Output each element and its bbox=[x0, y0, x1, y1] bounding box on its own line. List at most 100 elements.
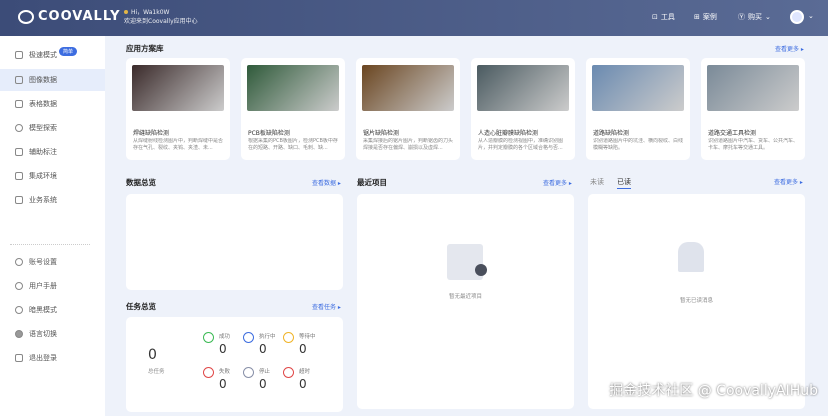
sidebar-item-dark-mode[interactable]: 暗黑模式 bbox=[0, 299, 105, 321]
section-title-solutions: 应用方案库 bbox=[126, 44, 164, 53]
nav-label: 案例 bbox=[702, 13, 717, 21]
task-stat: 超时 0 bbox=[283, 367, 310, 391]
solution-card[interactable]: 焊缝缺陷检测 从焊缝射线检测图片中，判断焊缝中是否存在气孔、裂纹、夹钨、夹渣、未.… bbox=[126, 58, 230, 160]
top-header: COOVALLY Hi，Wa1k0W 欢迎来到Coovally应用中心 ⊡ 工具 ⊞… bbox=[0, 0, 828, 36]
solutions-more-link[interactable]: 查看更多 ▸ bbox=[775, 44, 804, 53]
image-icon bbox=[15, 76, 23, 84]
solution-card[interactable]: 道路缺陷检测 识别道路图片中的坑洼、横向裂纹、白线模糊等缺陷。 bbox=[586, 58, 690, 160]
messages-more-link[interactable]: 查看更多 ▸ bbox=[774, 177, 803, 186]
task-stat: 成功 0 bbox=[203, 332, 230, 356]
total-tasks-label: 总任务 bbox=[148, 369, 165, 375]
chevron-down-icon: ⌄ bbox=[765, 13, 771, 21]
status-icon bbox=[283, 367, 294, 378]
stat-label: 失败 bbox=[219, 369, 231, 375]
solution-title: 焊缝缺陷检测 bbox=[133, 130, 170, 137]
tasks-more-link[interactable]: 查看任务 ▸ bbox=[312, 302, 341, 311]
section-title-recent: 最近项目 bbox=[357, 178, 387, 187]
solution-card[interactable]: 道路交通工具检测 识别道路图片中汽车、货车、公共汽车、卡车、摩托车等交通工具。 bbox=[701, 58, 805, 160]
stat-label: 执行中 bbox=[259, 334, 276, 340]
grid-icon: ⊞ bbox=[694, 13, 700, 21]
section-title-tasks: 任务总览 bbox=[126, 302, 156, 311]
recent-more-link[interactable]: 查看更多 ▸ bbox=[543, 178, 572, 187]
help-icon bbox=[15, 282, 23, 290]
badge: 简单 bbox=[59, 46, 78, 56]
status-icon bbox=[243, 332, 254, 343]
tab-unread[interactable]: 未读 bbox=[590, 177, 604, 187]
task-stat: 停止 0 bbox=[243, 367, 270, 391]
chevron-down-icon[interactable]: ⌄ bbox=[808, 12, 814, 20]
sidebar-item-label: 模型探索 bbox=[29, 124, 57, 132]
stat-value: 0 bbox=[299, 377, 307, 391]
empty-document-icon bbox=[447, 244, 487, 280]
compass-icon bbox=[15, 124, 23, 132]
solution-desc: 采集焊接后的锯片图片，判断锯齿的刀头焊接是否存在偏焊、崩损以及虚焊... bbox=[363, 138, 454, 151]
watermark: 掘金技术社区 @ CoovallyAIHub bbox=[609, 383, 818, 399]
solution-card[interactable]: 人造心脏瓣膜缺陷检测 从人造瓣膜的检测视图中，准确识别图片，并判定瓣膜的各个区域合… bbox=[471, 58, 575, 160]
data-more-link[interactable]: 查看数据 ▸ bbox=[312, 178, 341, 187]
solution-image bbox=[132, 65, 224, 111]
solution-title: 道路缺陷检测 bbox=[593, 130, 630, 137]
recent-projects-card: 暂无最近项目 bbox=[357, 194, 574, 409]
sidebar-item-label: 用户手册 bbox=[29, 282, 57, 290]
solution-desc: 从人造瓣膜的检测视图中，准确识别图片，并判定瓣膜的各个区域合格与否... bbox=[478, 138, 564, 151]
users-icon bbox=[15, 196, 23, 204]
coin-icon: Ⓨ bbox=[738, 13, 745, 21]
solution-desc: 从焊缝射线检测图片中，判断焊缝中是否存在气孔、裂纹、夹钨、夹渣、未... bbox=[133, 138, 224, 151]
task-stat: 执行中 0 bbox=[243, 332, 276, 356]
sidebar-item-manual[interactable]: 用户手册 bbox=[0, 275, 105, 297]
stat-value: 0 bbox=[259, 342, 267, 356]
solution-card[interactable]: PCB板缺陷检测 根据采集的PCB板图片，检测PCB板中存在的短路、开路、缺口、毛… bbox=[241, 58, 345, 160]
refresh-icon bbox=[15, 172, 23, 180]
nav-label: 购买 bbox=[748, 13, 762, 21]
sidebar-item-model-explore[interactable]: 模型探索 bbox=[0, 117, 105, 139]
sidebar-item-label: 表格数据 bbox=[29, 100, 57, 108]
recent-empty-text: 暂无最近项目 bbox=[448, 294, 482, 300]
brand-name: COOVALLY bbox=[38, 9, 121, 24]
solution-image bbox=[247, 65, 339, 111]
sidebar-item-ide[interactable]: 集成环境 bbox=[0, 165, 105, 187]
toolbox-icon: ⊡ bbox=[652, 13, 658, 21]
solution-image bbox=[592, 65, 684, 111]
avatar[interactable] bbox=[790, 10, 804, 24]
greeting: Hi，Wa1k0W 欢迎来到Coovally应用中心 bbox=[124, 8, 198, 26]
status-icon bbox=[283, 332, 294, 343]
sidebar-item-table-data[interactable]: 表格数据 bbox=[0, 93, 105, 115]
nav-purchase[interactable]: Ⓨ 购买 ⌄ bbox=[738, 12, 771, 22]
tab-read[interactable]: 已读 bbox=[617, 177, 631, 189]
sidebar-item-business[interactable]: 业务系统 bbox=[0, 189, 105, 211]
nav-label: 工具 bbox=[660, 13, 675, 21]
solution-desc: 识别道路图片中汽车、货车、公共汽车、卡车、摩托车等交通工具。 bbox=[708, 138, 799, 151]
nav-tools[interactable]: ⊡ 工具 bbox=[652, 12, 675, 22]
sidebar-item-label: 集成环境 bbox=[29, 172, 57, 180]
moon-icon bbox=[15, 306, 23, 314]
sidebar-item-label: 暗黑模式 bbox=[29, 306, 57, 314]
solution-image bbox=[362, 65, 454, 111]
solution-title: 人造心脏瓣膜缺陷检测 bbox=[478, 130, 539, 137]
stat-value: 0 bbox=[219, 377, 227, 391]
messages-empty-text: 暂无已读消息 bbox=[679, 298, 713, 304]
logo[interactable]: COOVALLY bbox=[18, 9, 121, 24]
solution-title: 锯片缺陷检测 bbox=[363, 130, 400, 137]
stat-value: 0 bbox=[259, 377, 267, 391]
solution-card[interactable]: 锯片缺陷检测 采集焊接后的锯片图片，判断锯齿的刀头焊接是否存在偏焊、崩损以及虚焊.… bbox=[356, 58, 460, 160]
sidebar-item-speed-mode[interactable]: 极速模式 简单 bbox=[0, 44, 105, 66]
sidebar-item-logout[interactable]: 退出登录 bbox=[0, 347, 105, 369]
rocket-icon bbox=[15, 51, 23, 59]
divider bbox=[10, 244, 90, 245]
data-overview-card bbox=[126, 194, 343, 290]
status-dot-icon bbox=[124, 10, 128, 14]
nav-cases[interactable]: ⊞ 案例 bbox=[694, 12, 717, 22]
stat-label: 等待中 bbox=[299, 334, 316, 340]
messages-card: 暂无已读消息 bbox=[588, 194, 805, 409]
solution-title: PCB板缺陷检测 bbox=[248, 130, 290, 137]
sidebar-item-language[interactable]: 语言切换 bbox=[0, 323, 105, 345]
sidebar-item-label: 图像数据 bbox=[29, 76, 57, 84]
sidebar-item-annotation[interactable]: 辅助标注 bbox=[0, 141, 105, 163]
sidebar-item-account[interactable]: 账号设置 bbox=[0, 251, 105, 273]
user-icon bbox=[15, 258, 23, 266]
task-stat: 等待中 0 bbox=[283, 332, 316, 356]
sidebar-item-image-data[interactable]: 图像数据 bbox=[0, 69, 105, 91]
stat-value: 0 bbox=[299, 342, 307, 356]
stat-label: 成功 bbox=[219, 334, 231, 340]
globe-icon bbox=[15, 330, 23, 338]
